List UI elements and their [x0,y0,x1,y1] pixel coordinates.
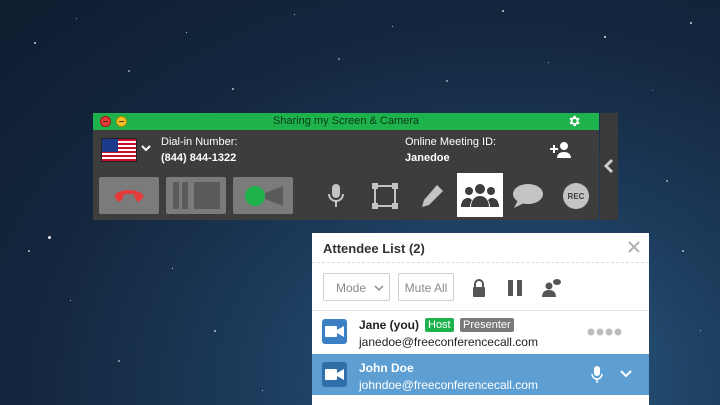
lock-icon[interactable] [469,278,489,298]
chevron-left-icon [603,158,614,174]
chevron-down-icon[interactable] [619,369,633,379]
meeting-toolbar: Sharing my Screen & Camera Dial-in Numbe… [93,113,618,220]
camera-on-indicator [245,186,265,206]
attendee-name: Jane (you) [359,318,420,332]
chevron-down-icon [374,285,384,292]
add-user-icon[interactable] [549,138,573,160]
meeting-id-label: Online Meeting ID: [405,136,497,148]
screen-region-button[interactable] [365,176,405,216]
attendee-panel: Attendee List (2) Mode Mute All Jane (yo… [312,233,649,405]
hang-up-button[interactable] [99,177,159,214]
dial-in-number: (844) 844-1322 [161,152,237,164]
attendee-list-title: Attendee List (2) [323,241,425,256]
close-icon[interactable] [627,240,641,254]
title-bar: Sharing my Screen & Camera [93,113,599,130]
meeting-id-value: Janedoe [405,152,450,164]
microphone-icon [328,184,344,207]
attendee-email: janedoe@freeconferencecall.com [359,335,538,349]
chevron-down-icon[interactable] [140,142,152,154]
chat-bubble-icon [513,184,543,208]
attendee-row[interactable]: Jane (you) Host Presenter janedoe@freeco… [312,311,649,353]
attendee-name: John Doe [359,361,414,375]
host-badge: Host [425,318,454,332]
stop-icon [194,182,220,209]
microphone-icon[interactable] [591,366,603,384]
presenter-badge: Presenter [460,318,514,332]
mode-select[interactable]: Mode [323,273,390,301]
pause-icon-bar [182,182,188,209]
window-title: Sharing my Screen & Camera [272,115,420,127]
pause-share-button[interactable] [166,177,226,214]
more-options-icon[interactable] [587,328,623,336]
info-row: Dial-in Number: (844) 844-1322 Online Me… [93,130,599,170]
video-camera-icon [322,319,347,344]
attendee-panel-header: Attendee List (2) [312,233,649,263]
attendee-row-selected[interactable]: John Doe johndoe@freeconferencecall.com [312,354,649,395]
attendees-button[interactable] [457,173,503,217]
annotate-button[interactable] [412,176,452,216]
attendee-toolbar: Mode Mute All [312,263,649,311]
video-camera-icon [265,186,283,206]
attendee-email: johndoe@freeconferencecall.com [359,378,538,392]
us-flag-icon[interactable] [101,138,137,162]
chat-button[interactable] [508,176,548,216]
camera-button[interactable] [233,177,293,214]
dial-in-label: Dial-in Number: [161,136,238,148]
crop-region-icon [372,183,398,209]
video-camera-icon [322,362,347,387]
pause-icon [173,182,179,209]
mute-all-button[interactable]: Mute All [398,273,454,301]
microphone-button[interactable] [316,176,356,216]
attendees-icon [461,184,499,207]
mode-select-label: Mode [336,281,367,295]
rec-icon: REC [563,183,589,209]
pause-icon[interactable] [505,278,525,298]
pencil-icon [422,185,443,207]
record-button[interactable]: REC [556,176,596,216]
controls-row: REC [93,170,599,220]
presenter-icon[interactable] [542,278,562,298]
gear-icon[interactable] [567,114,581,128]
phone-hangup-icon [114,190,144,202]
collapse-tab[interactable] [600,113,618,220]
